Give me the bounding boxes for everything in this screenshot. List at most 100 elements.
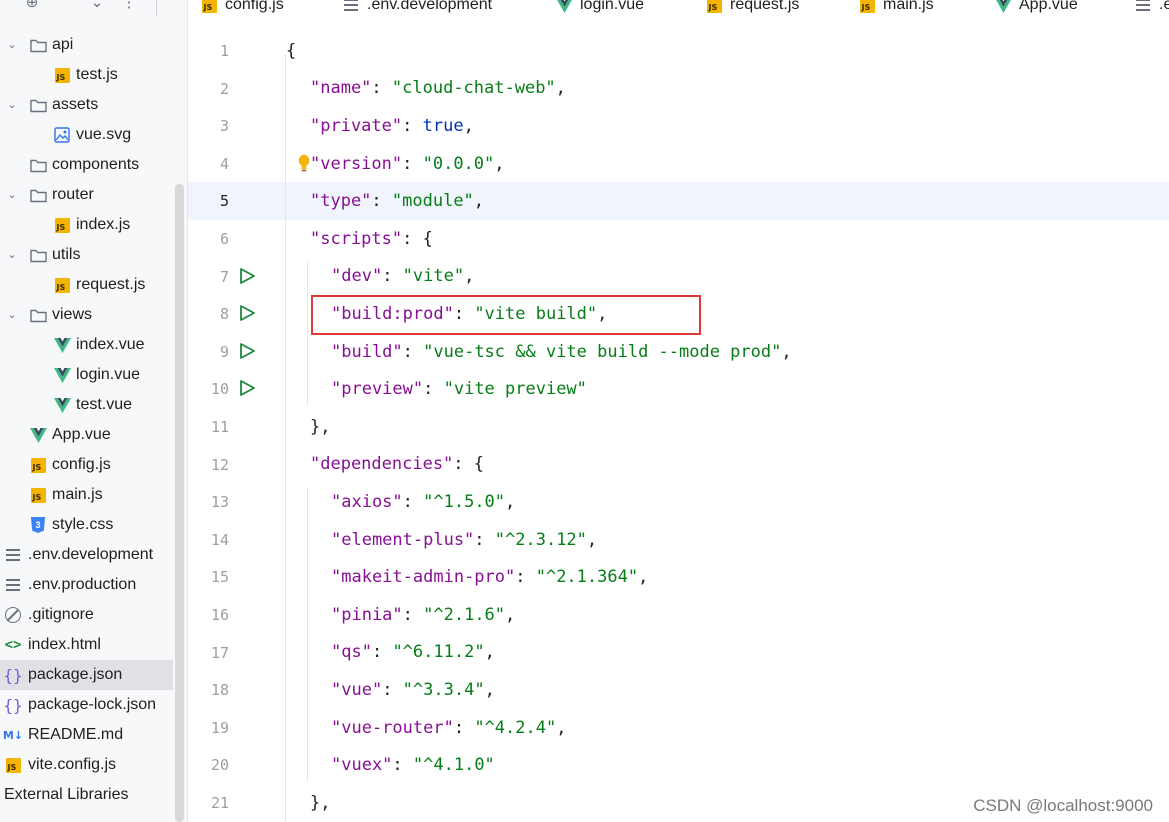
- tab-login-vue[interactable]: login.vue: [555, 0, 644, 18]
- code-line-5[interactable]: "type": "module",: [188, 182, 1169, 220]
- gutter-line: 3: [188, 107, 286, 145]
- code-line-1[interactable]: {: [286, 32, 1169, 70]
- tab-app-vue[interactable]: App.vue: [994, 0, 1078, 18]
- code-line-16[interactable]: "pinia": "^2.1.6",: [286, 596, 1169, 634]
- tree-item-api[interactable]: ⌄ api: [0, 30, 187, 60]
- code-token: ,: [464, 266, 475, 287]
- code-line-18[interactable]: "vue": "^3.3.4",: [286, 671, 1169, 709]
- folder-icon: [29, 96, 47, 114]
- code-token: "type": [310, 191, 372, 212]
- target-icon[interactable]: ⊕: [21, 0, 43, 14]
- tree-item-test-js[interactable]: JS test.js: [0, 60, 187, 90]
- code-line-6[interactable]: "scripts": {: [286, 220, 1169, 258]
- chevron-down-icon[interactable]: ⌄: [5, 98, 19, 112]
- tab-env-development[interactable]: .env.development: [342, 0, 492, 18]
- code-line-15[interactable]: "makeit-admin-pro": "^2.1.364",: [286, 558, 1169, 596]
- run-script-icon[interactable]: [238, 379, 256, 397]
- sidebar-toolbar: ⊕ ⌃ ⌄ ⋮: [0, 0, 187, 22]
- chevron-down-icon[interactable]: ⌄: [5, 188, 19, 202]
- tab-label: main.js: [883, 0, 934, 13]
- vue-file-icon: [29, 426, 47, 444]
- ignore-file-icon: [4, 606, 22, 624]
- tree-item-index-vue[interactable]: index.vue: [0, 330, 187, 360]
- tree-item-test-vue[interactable]: test.vue: [0, 390, 187, 420]
- tab-label: login.vue: [580, 0, 645, 13]
- tab-e[interactable]: .e: [1134, 0, 1169, 18]
- run-script-icon[interactable]: [238, 304, 256, 322]
- code-line-9[interactable]: "build": "vue-tsc && vite build --mode p…: [286, 333, 1169, 371]
- tree-item-env-development[interactable]: .env.development: [0, 540, 187, 570]
- code-line-19[interactable]: "vue-router": "^4.2.4",: [286, 709, 1169, 747]
- code-token: ,: [473, 191, 485, 212]
- code-line-7[interactable]: "dev": "vite",: [286, 258, 1169, 296]
- tree-item-style-css[interactable]: 3 style.css: [0, 510, 187, 540]
- tree-item-utils[interactable]: ⌄ utils: [0, 240, 187, 270]
- project-sidebar: ⊕ ⌃ ⌄ ⋮ ⌄ api JS test.js ⌄ assets vue.svg compo…: [0, 0, 188, 822]
- tree-item-vue-svg[interactable]: vue.svg: [0, 120, 187, 150]
- tree-item-request-js[interactable]: JS request.js: [0, 270, 187, 300]
- code-token: "preview": [331, 379, 424, 400]
- tree-item-vite-config-js[interactable]: JS vite.config.js: [0, 750, 187, 780]
- tab-request-js[interactable]: JS request.js: [705, 0, 799, 18]
- gutter-line: 20: [188, 746, 286, 784]
- expand-icon[interactable]: ⌃: [53, 0, 75, 14]
- highlight-annotation-box: [311, 295, 701, 335]
- tree-item-label: App.vue: [52, 426, 111, 443]
- code-line-10[interactable]: "preview": "vite preview": [286, 370, 1169, 408]
- sidebar-scrollbar[interactable]: [175, 184, 184, 822]
- tree-item-index-js[interactable]: JS index.js: [0, 210, 187, 240]
- lightbulb-icon[interactable]: [298, 154, 310, 174]
- run-script-icon[interactable]: [238, 267, 256, 285]
- gutter-line: 16: [188, 596, 286, 634]
- more-icon[interactable]: ⋮: [118, 0, 140, 14]
- code-text: "dependencies": {: [310, 454, 484, 474]
- tree-item-app-vue[interactable]: App.vue: [0, 420, 187, 450]
- code-line-4[interactable]: "version": "0.0.0",: [286, 145, 1169, 183]
- code-line-12[interactable]: "dependencies": {: [286, 446, 1169, 484]
- tree-item-external-libraries[interactable]: External Libraries: [0, 780, 187, 810]
- tree-item-views[interactable]: ⌄ views: [0, 300, 187, 330]
- folder-icon: [29, 36, 47, 54]
- code-text: "name": "cloud-chat-web",: [310, 78, 566, 98]
- collapse-icon[interactable]: ⌄: [86, 0, 108, 14]
- code-text: "makeit-admin-pro": "^2.1.364",: [331, 567, 648, 587]
- gutter-line: 12: [188, 446, 286, 484]
- tree-item-main-js[interactable]: JS main.js: [0, 480, 187, 510]
- tree-item-assets[interactable]: ⌄ assets: [0, 90, 187, 120]
- chevron-down-icon[interactable]: ⌄: [5, 248, 19, 262]
- tree-item-env-production[interactable]: .env.production: [0, 570, 187, 600]
- tab-main-js[interactable]: JS main.js: [858, 0, 934, 18]
- tree-item-config-js[interactable]: JS config.js: [0, 450, 187, 480]
- tree-item-package-json[interactable]: {} package.json: [0, 660, 173, 690]
- tree-item-login-vue[interactable]: login.vue: [0, 360, 187, 390]
- code-token: :: [453, 717, 475, 738]
- code-token: :: [402, 604, 424, 625]
- code-line-11[interactable]: },: [286, 408, 1169, 446]
- tree-item-label: .env.development: [28, 546, 154, 563]
- code-line-3[interactable]: "private": true,: [286, 107, 1169, 145]
- tree-item-package-lock-json[interactable]: {} package-lock.json: [0, 690, 187, 720]
- chevron-down-icon[interactable]: ⌄: [5, 308, 19, 322]
- tree-item-label: main.js: [52, 486, 103, 503]
- line-number: 7: [219, 267, 229, 286]
- gutter-line: 2: [188, 70, 286, 108]
- chevron-down-icon[interactable]: ⌄: [5, 38, 19, 52]
- code-text: },: [310, 417, 330, 437]
- code-text: "pinia": "^2.1.6",: [331, 605, 515, 625]
- code-line-2[interactable]: "name": "cloud-chat-web",: [286, 70, 1169, 108]
- code-line-20[interactable]: "vuex": "^4.1.0": [286, 746, 1169, 784]
- folder-icon: [29, 306, 47, 324]
- code-token: true: [422, 115, 464, 136]
- code-line-13[interactable]: "axios": "^1.5.0",: [286, 483, 1169, 521]
- tree-item-label: login.vue: [76, 366, 141, 383]
- tree-item-readme-md[interactable]: M↓ README.md: [0, 720, 187, 750]
- tree-item-router[interactable]: ⌄ router: [0, 180, 187, 210]
- tree-item-components[interactable]: components: [0, 150, 187, 180]
- code-line-17[interactable]: "qs": "^6.11.2",: [286, 634, 1169, 672]
- tab-config-js[interactable]: JS config.js: [200, 0, 284, 18]
- tree-item-gitignore[interactable]: .gitignore: [0, 600, 187, 630]
- tree-item-index-html[interactable]: <> index.html: [0, 630, 187, 660]
- code-line-14[interactable]: "element-plus": "^2.3.12",: [286, 521, 1169, 559]
- code-editor[interactable]: {1 "name": "cloud-chat-web", 2 "private": t…: [188, 32, 1169, 822]
- run-script-icon[interactable]: [238, 342, 256, 360]
